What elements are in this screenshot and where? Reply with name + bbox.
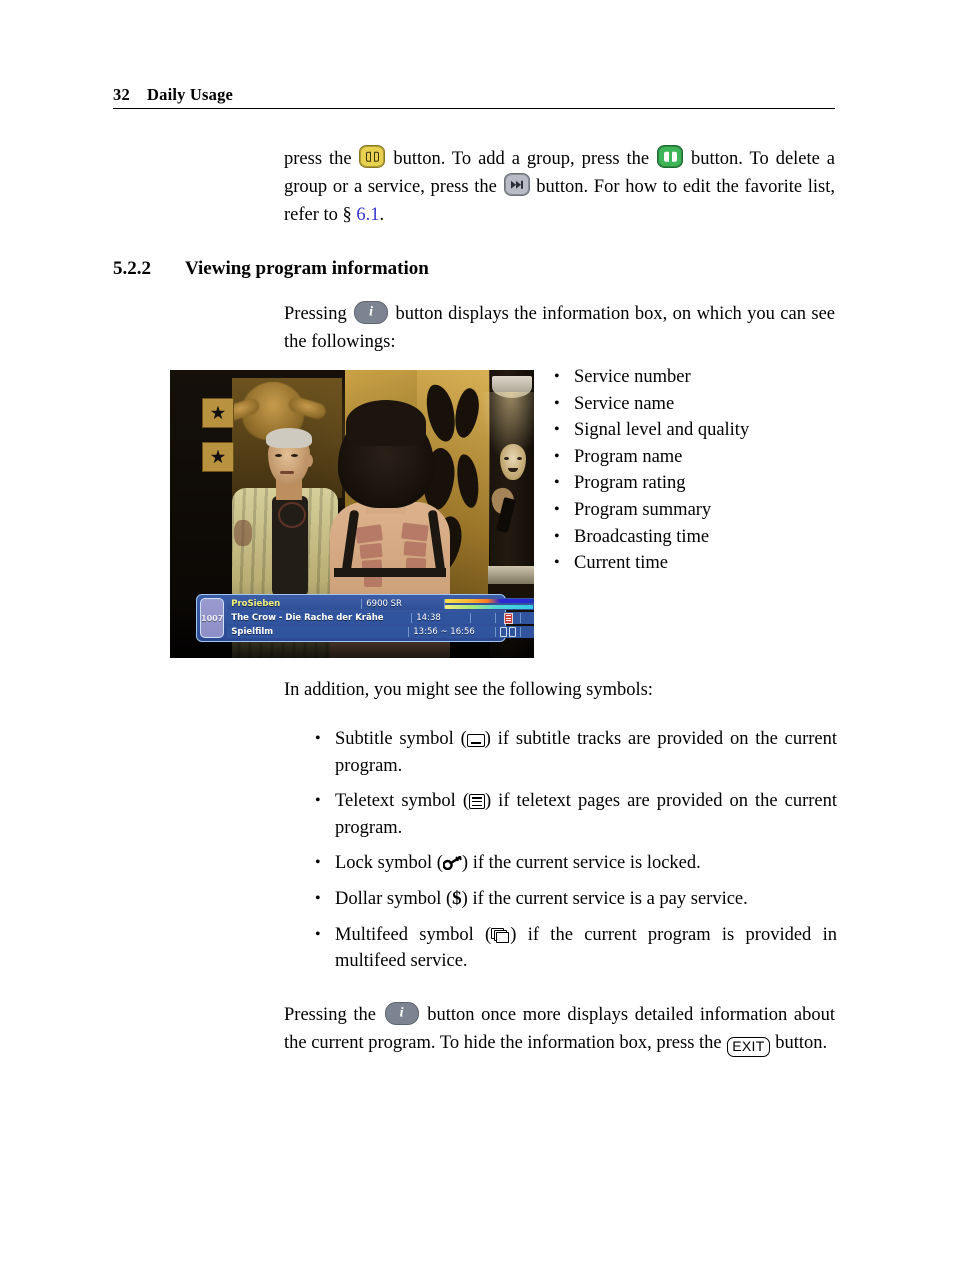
list-item-dollar: Dollar symbol ($) if the current service…	[305, 886, 837, 913]
list-item-teletext: Teletext symbol () if teletext pages are…	[305, 788, 837, 841]
tv-screenshot-information-box: 1007 ProSieben 6900 SR The Crow - Die Ra…	[170, 370, 534, 658]
intro-text-2: button. To add a group, press the	[386, 149, 657, 169]
osd-symbol-rate: 6900 SR	[366, 598, 402, 609]
section-title: Viewing program information	[185, 258, 429, 279]
info-button-label: i	[399, 1005, 404, 1021]
list-item-label: Program summary	[574, 499, 712, 520]
signal-quality-bar	[445, 604, 534, 609]
list-item-multifeed: Multifeed symbol () if the current progr…	[305, 922, 837, 975]
list-item-label: Service number	[574, 367, 691, 387]
subtitle-icon	[466, 734, 485, 747]
page-header: 32 Daily Usage	[113, 85, 835, 109]
lock-text-after: ) if the current service is locked.	[461, 853, 701, 874]
list-item-label: Program rating	[574, 473, 686, 494]
final-text-1: Pressing the	[284, 1005, 383, 1025]
list-item: Program rating	[544, 470, 839, 497]
gray-skip-button[interactable]	[503, 173, 530, 197]
yellow-book-button[interactable]	[359, 145, 386, 168]
lock-key-icon	[442, 856, 462, 871]
list-item: Service name	[544, 391, 839, 418]
teletext-icon	[496, 612, 520, 624]
info-button[interactable]: i	[384, 1002, 419, 1025]
information-box-features-list: Service number Service name Signal level…	[544, 364, 839, 577]
section-heading: 5.2.2 Viewing program information	[113, 258, 429, 280]
list-item-label: Service name	[574, 393, 675, 414]
list-item-lock: Lock symbol ( ) if the current service is…	[305, 850, 837, 877]
multifeed-icon	[491, 927, 510, 943]
info-button[interactable]: i	[354, 301, 389, 324]
header-rule	[113, 108, 835, 109]
skip-icon	[505, 175, 529, 194]
intro-paragraph-block: press the button. To add a group, press …	[284, 145, 835, 230]
list-item-label: Current time	[574, 553, 669, 574]
intro-text-1: press the	[284, 149, 359, 169]
list-item: Broadcasting time	[544, 524, 839, 551]
osd-signal-bars	[445, 599, 534, 609]
osd-program-name: The Crow - Die Rache der Krähe	[231, 612, 384, 623]
list-item-label: Program name	[574, 446, 683, 467]
signal-level-bar	[445, 599, 534, 604]
press-text-1: Pressing	[284, 304, 353, 324]
osd-information-box: 1007 ProSieben 6900 SR The Crow - Die Ra…	[196, 594, 534, 642]
osd-broadcast-span: 13:56 ~ 16:56	[413, 626, 475, 637]
document-page: 32 Daily Usage press the button. To add …	[0, 0, 954, 1272]
intro-text-5: .	[379, 205, 385, 226]
page-number: 32	[113, 85, 130, 104]
list-item: Signal level and quality	[544, 417, 839, 444]
list-item-subtitle: Subtitle symbol () if subtitle tracks ar…	[305, 726, 837, 779]
dollar-text-after: ) if the current service is a pay servic…	[461, 888, 748, 909]
dollar-icon: $	[452, 887, 462, 909]
osd-row-service: ProSieben 6900 SR	[227, 598, 534, 610]
list-item-label: Signal level and quality	[574, 420, 750, 441]
pressing-info-paragraph: Pressing i button displays the informati…	[284, 300, 835, 356]
book-icon	[658, 147, 682, 166]
multifeed-text-before: Multifeed symbol (	[335, 924, 492, 945]
subtitle-text-before: Subtitle symbol (	[335, 729, 467, 749]
teletext-text-before: Teletext symbol (	[335, 791, 469, 812]
symbols-list: Subtitle symbol () if subtitle tracks ar…	[305, 726, 837, 975]
dollar-text-before: Dollar symbol (	[335, 888, 453, 909]
final-paragraph: Pressing the i button once more displays…	[284, 1001, 835, 1058]
list-item-label: Broadcasting time	[574, 526, 710, 547]
info-button-label: i	[369, 304, 374, 320]
final-text-3: button.	[770, 1033, 828, 1054]
dual-audio-icon	[496, 627, 520, 637]
osd-service-name: ProSieben	[231, 598, 281, 609]
green-book-button[interactable]	[657, 145, 684, 168]
cross-reference-link[interactable]: 6.1	[356, 205, 379, 225]
in-addition-text: In addition, you might see the following…	[284, 680, 653, 700]
list-item: Program summary	[544, 497, 839, 524]
list-item: Program name	[544, 444, 839, 471]
list-item: Service number	[544, 364, 839, 391]
list-item: Current time	[544, 550, 839, 577]
exit-key-button[interactable]: EXIT	[727, 1037, 770, 1058]
chapter-title: Daily Usage	[147, 85, 234, 104]
book-icon	[360, 147, 384, 166]
osd-current-time: 14:38	[416, 612, 441, 623]
section-number: 5.2.2	[113, 258, 151, 279]
osd-row-program: The Crow - Die Rache der Krähe 14:38	[227, 612, 534, 624]
osd-service-number: 1007	[200, 598, 225, 638]
lock-text-before: Lock symbol (	[335, 853, 443, 874]
osd-genre: Spielfilm	[231, 626, 274, 637]
teletext-icon	[469, 794, 485, 810]
osd-row-genre: Spielfilm 13:56 ~ 16:56	[227, 626, 534, 638]
in-addition-paragraph: In addition, you might see the following…	[284, 676, 835, 704]
